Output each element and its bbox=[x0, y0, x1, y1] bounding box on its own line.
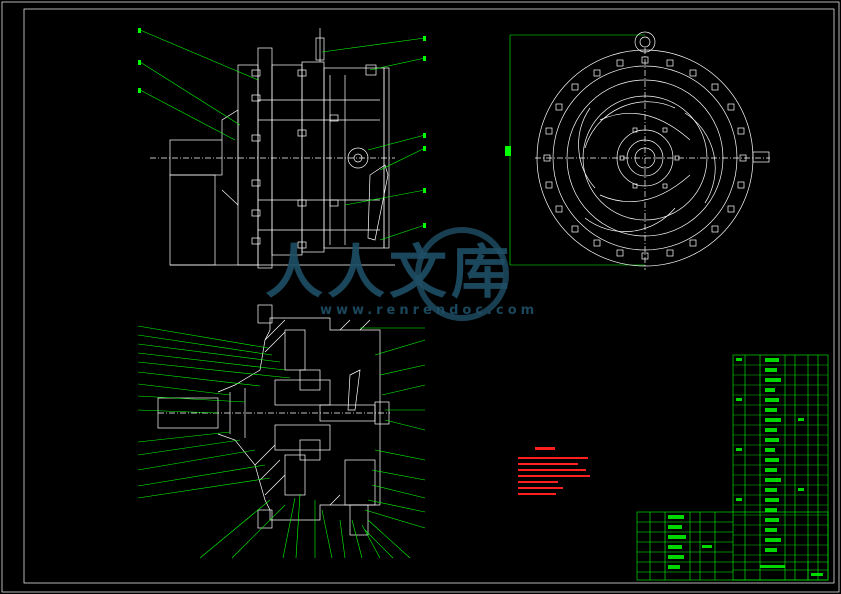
section-hatch bbox=[254, 319, 371, 506]
parts-list-rows bbox=[733, 364, 828, 556]
leaders-side-view bbox=[138, 28, 426, 241]
front-flange-view[interactable] bbox=[505, 31, 770, 270]
title-block bbox=[636, 511, 829, 581]
sectional-assembly-view[interactable] bbox=[157, 304, 390, 536]
side-elevation-view[interactable] bbox=[150, 28, 395, 269]
drawing-canvas bbox=[1, 1, 840, 593]
bolt-heads-left bbox=[251, 64, 377, 249]
parts-list-table bbox=[732, 354, 829, 581]
technical-requirements-note bbox=[518, 447, 590, 495]
leaders-section-view bbox=[137, 325, 426, 559]
cad-drawing-viewport[interactable]: { "watermark": { "characters": "人人文库", "… bbox=[0, 0, 841, 594]
outer-border bbox=[1, 1, 840, 593]
